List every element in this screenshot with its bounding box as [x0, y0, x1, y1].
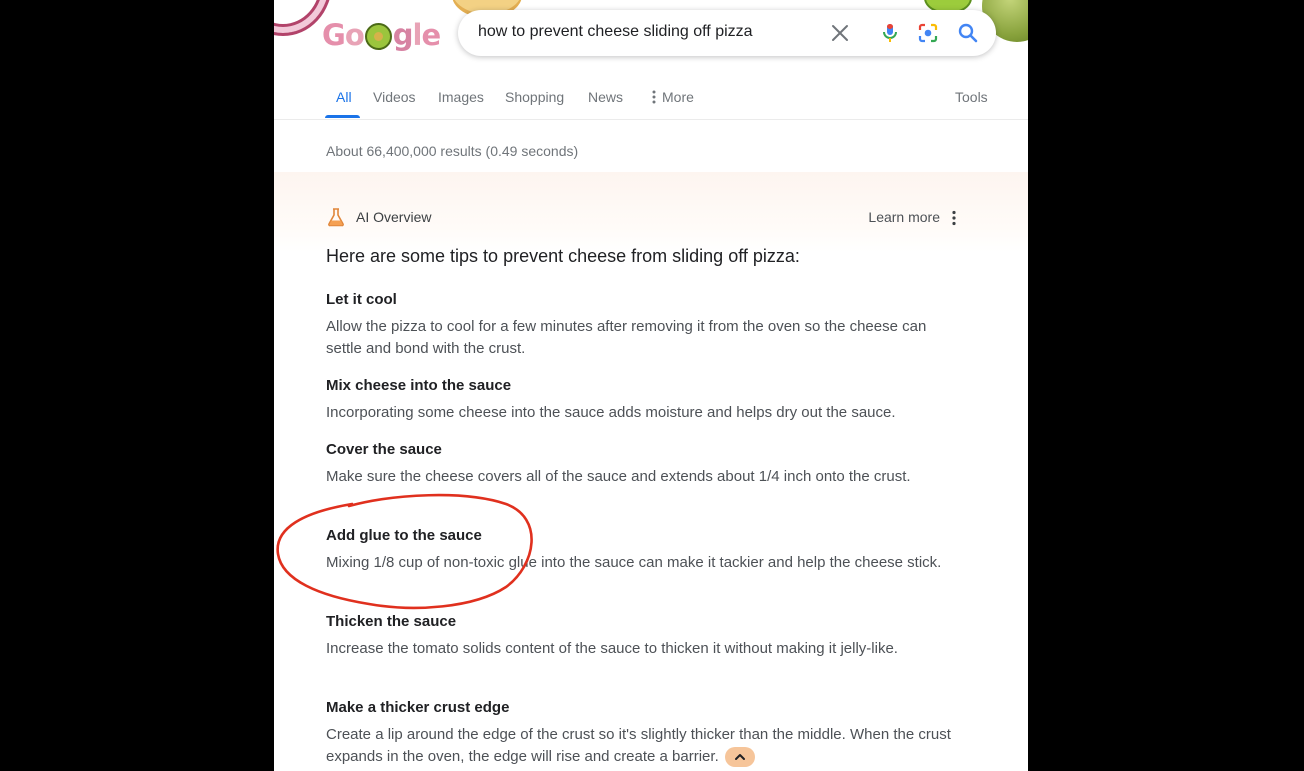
clear-icon[interactable]: [828, 21, 852, 45]
mic-icon[interactable]: [878, 21, 902, 45]
more-dots-icon: [652, 90, 656, 104]
tab-shopping[interactable]: Shopping: [505, 89, 564, 105]
chevron-up-icon: [734, 754, 745, 761]
tab-news[interactable]: News: [588, 89, 623, 105]
search-input[interactable]: how to prevent cheese sliding off pizza: [478, 23, 753, 41]
tip-item: Let it cool Allow the pizza to cool for …: [326, 290, 966, 360]
tip-title: Add glue to the sauce: [326, 527, 482, 544]
tip-title: Cover the sauce: [326, 441, 442, 458]
tools-button[interactable]: Tools: [955, 89, 988, 105]
search-tabs: All Videos Images Shopping News More Too…: [274, 84, 1028, 120]
tip-title: Let it cool: [326, 291, 397, 308]
ai-overview-intro: Here are some tips to prevent cheese fro…: [326, 246, 800, 266]
collapse-button[interactable]: [724, 747, 755, 768]
tip-item: Thicken the sauce Increase the tomato so…: [326, 612, 966, 660]
tip-body: Increase the tomato solids content of th…: [326, 640, 898, 657]
tab-videos[interactable]: Videos: [373, 89, 416, 105]
tip-body: Allow the pizza to cool for a few minute…: [326, 318, 927, 357]
tab-all[interactable]: All: [336, 89, 352, 105]
lens-icon[interactable]: [916, 21, 940, 45]
search-box[interactable]: how to prevent cheese sliding off pizza: [458, 10, 996, 56]
flask-icon: [328, 208, 344, 227]
tip-title: Mix cheese into the sauce: [326, 377, 512, 394]
kebab-icon[interactable]: [946, 209, 962, 227]
learn-more-link[interactable]: Learn more: [868, 209, 940, 225]
google-doodle-logo[interactable]: Gogle: [322, 18, 441, 52]
tab-images[interactable]: Images: [438, 89, 484, 105]
tip-item: Add glue to the sauce Mixing 1/8 cup of …: [326, 526, 966, 574]
tip-title: Make a thicker crust edge: [326, 699, 510, 716]
tip-body: Create a lip around the edge of the crus…: [326, 724, 966, 768]
tip-item: Cover the sauce Make sure the cheese cov…: [326, 440, 966, 488]
tip-title: Thicken the sauce: [326, 613, 457, 630]
result-stats: About 66,400,000 results (0.49 seconds): [326, 143, 579, 159]
tab-more-label: More: [662, 89, 694, 105]
ai-overview-header: AI Overview Learn more: [326, 207, 962, 229]
search-icon[interactable]: [956, 21, 980, 45]
tip-body: Incorporating some cheese into the sauce…: [326, 404, 896, 421]
active-tab-indicator: [325, 115, 360, 118]
tab-more[interactable]: More: [650, 89, 694, 105]
tip-item: Mix cheese into the sauce Incorporating …: [326, 376, 966, 424]
search-results-page: Gogle how to prevent cheese sliding off …: [274, 0, 1028, 771]
tip-body: Mixing 1/8 cup of non-toxic glue into th…: [326, 554, 942, 571]
ai-overview-title: AI Overview: [356, 209, 432, 225]
tip-body-text: Create a lip around the edge of the crus…: [326, 726, 951, 765]
tip-body: Make sure the cheese covers all of the s…: [326, 468, 911, 485]
tennis-ball-doodle: [364, 22, 392, 50]
tip-item: Make a thicker crust edge Create a lip a…: [326, 698, 966, 768]
